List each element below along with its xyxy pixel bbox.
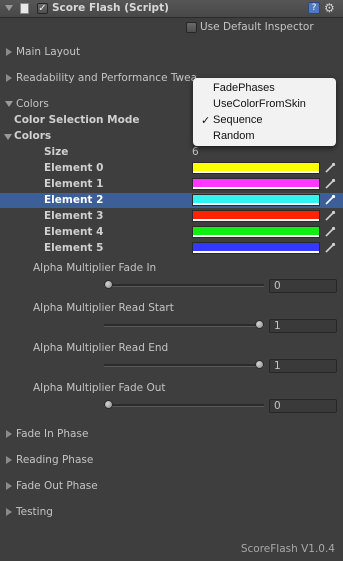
color-swatch[interactable] <box>192 242 320 254</box>
slider-track[interactable] <box>104 364 264 367</box>
element-label: Element 0 <box>44 162 104 174</box>
slider-thumb[interactable] <box>255 360 264 369</box>
eyedropper-icon[interactable] <box>324 194 336 206</box>
slider-label: Alpha Multiplier Fade In <box>33 262 157 274</box>
slider-label: Alpha Multiplier Fade Out <box>33 382 166 394</box>
section-reading-phase[interactable]: Reading Phase <box>16 454 93 466</box>
color-swatch[interactable] <box>192 194 320 206</box>
dropdown-option-sequence[interactable]: Sequence <box>213 114 263 126</box>
slider-value-field[interactable]: 1 <box>269 319 337 333</box>
component-header: ✓ Score Flash (Script) ? ⚙ <box>0 0 343 18</box>
slider-label: Alpha Multiplier Read Start <box>33 302 174 314</box>
eyedropper-icon[interactable] <box>324 210 336 222</box>
fade-out-phase-foldout-icon[interactable] <box>6 482 12 490</box>
header-foldout-icon[interactable] <box>5 5 13 11</box>
element-label: Element 5 <box>44 242 104 254</box>
colors-section-foldout-icon[interactable] <box>5 101 13 107</box>
section-fade-in-phase[interactable]: Fade In Phase <box>16 428 88 440</box>
testing-foldout-icon[interactable] <box>6 508 12 516</box>
section-colors[interactable]: Colors <box>16 98 49 110</box>
color-swatch[interactable] <box>192 226 320 238</box>
readability-foldout-icon[interactable] <box>6 74 12 82</box>
element-label: Element 1 <box>44 178 104 190</box>
selected-check-icon: ✓ <box>201 115 211 127</box>
enabled-check-mark: ✓ <box>38 3 47 14</box>
dropdown-option-fadephases[interactable]: FadePhases <box>213 82 275 94</box>
slider-thumb[interactable] <box>104 400 113 409</box>
slider-track[interactable] <box>104 324 264 327</box>
main-layout-foldout-icon[interactable] <box>6 48 12 56</box>
use-default-inspector-label: Use Default Inspector <box>200 21 314 33</box>
element-label: Element 3 <box>44 210 104 222</box>
slider-thumb[interactable] <box>255 320 264 329</box>
color-swatch[interactable] <box>192 162 320 174</box>
element-label: Element 4 <box>44 226 104 238</box>
colors-array-foldout-icon[interactable] <box>4 134 12 140</box>
slider-label: Alpha Multiplier Read End <box>33 342 169 354</box>
eyedropper-icon[interactable] <box>324 242 336 254</box>
use-default-inspector-checkbox[interactable] <box>186 22 197 33</box>
slider-value-field[interactable]: 0 <box>269 399 337 413</box>
section-readability[interactable]: Readability and Performance Twea <box>16 72 197 84</box>
section-main-layout[interactable]: Main Layout <box>16 46 80 58</box>
version-label: ScoreFlash V1.0.4 <box>240 543 335 555</box>
eyedropper-icon[interactable] <box>324 226 336 238</box>
color-swatch[interactable] <box>192 178 320 190</box>
component-title: Score Flash (Script) <box>52 2 169 14</box>
enabled-checkbox[interactable]: ✓ <box>37 3 48 14</box>
gear-icon[interactable]: ⚙ <box>324 1 335 15</box>
colors-array-label: Colors <box>14 130 52 142</box>
dropdown-option-usecolorfromskin[interactable]: UseColorFromSkin <box>213 98 306 110</box>
size-value[interactable]: 6 <box>192 146 199 158</box>
color-selection-mode-label: Color Selection Mode <box>14 114 140 126</box>
section-testing[interactable]: Testing <box>16 506 53 518</box>
help-icon[interactable]: ? <box>308 2 320 14</box>
slider-track[interactable] <box>104 404 264 407</box>
slider-thumb[interactable] <box>104 280 113 289</box>
slider-value-field[interactable]: 1 <box>269 359 337 373</box>
slider-value-field[interactable]: 0 <box>269 279 337 293</box>
color-mode-dropdown-menu: FadePhases UseColorFromSkin ✓ Sequence R… <box>193 78 336 146</box>
reading-phase-foldout-icon[interactable] <box>6 456 12 464</box>
color-swatch[interactable] <box>192 210 320 222</box>
eyedropper-icon[interactable] <box>324 162 336 174</box>
dropdown-option-random[interactable]: Random <box>213 130 255 142</box>
section-fade-out-phase[interactable]: Fade Out Phase <box>16 480 98 492</box>
slider-track[interactable] <box>104 284 264 287</box>
size-label: Size <box>44 146 69 158</box>
script-icon <box>20 3 29 14</box>
element-label: Element 2 <box>44 194 104 206</box>
fade-in-phase-foldout-icon[interactable] <box>6 430 12 438</box>
eyedropper-icon[interactable] <box>324 178 336 190</box>
